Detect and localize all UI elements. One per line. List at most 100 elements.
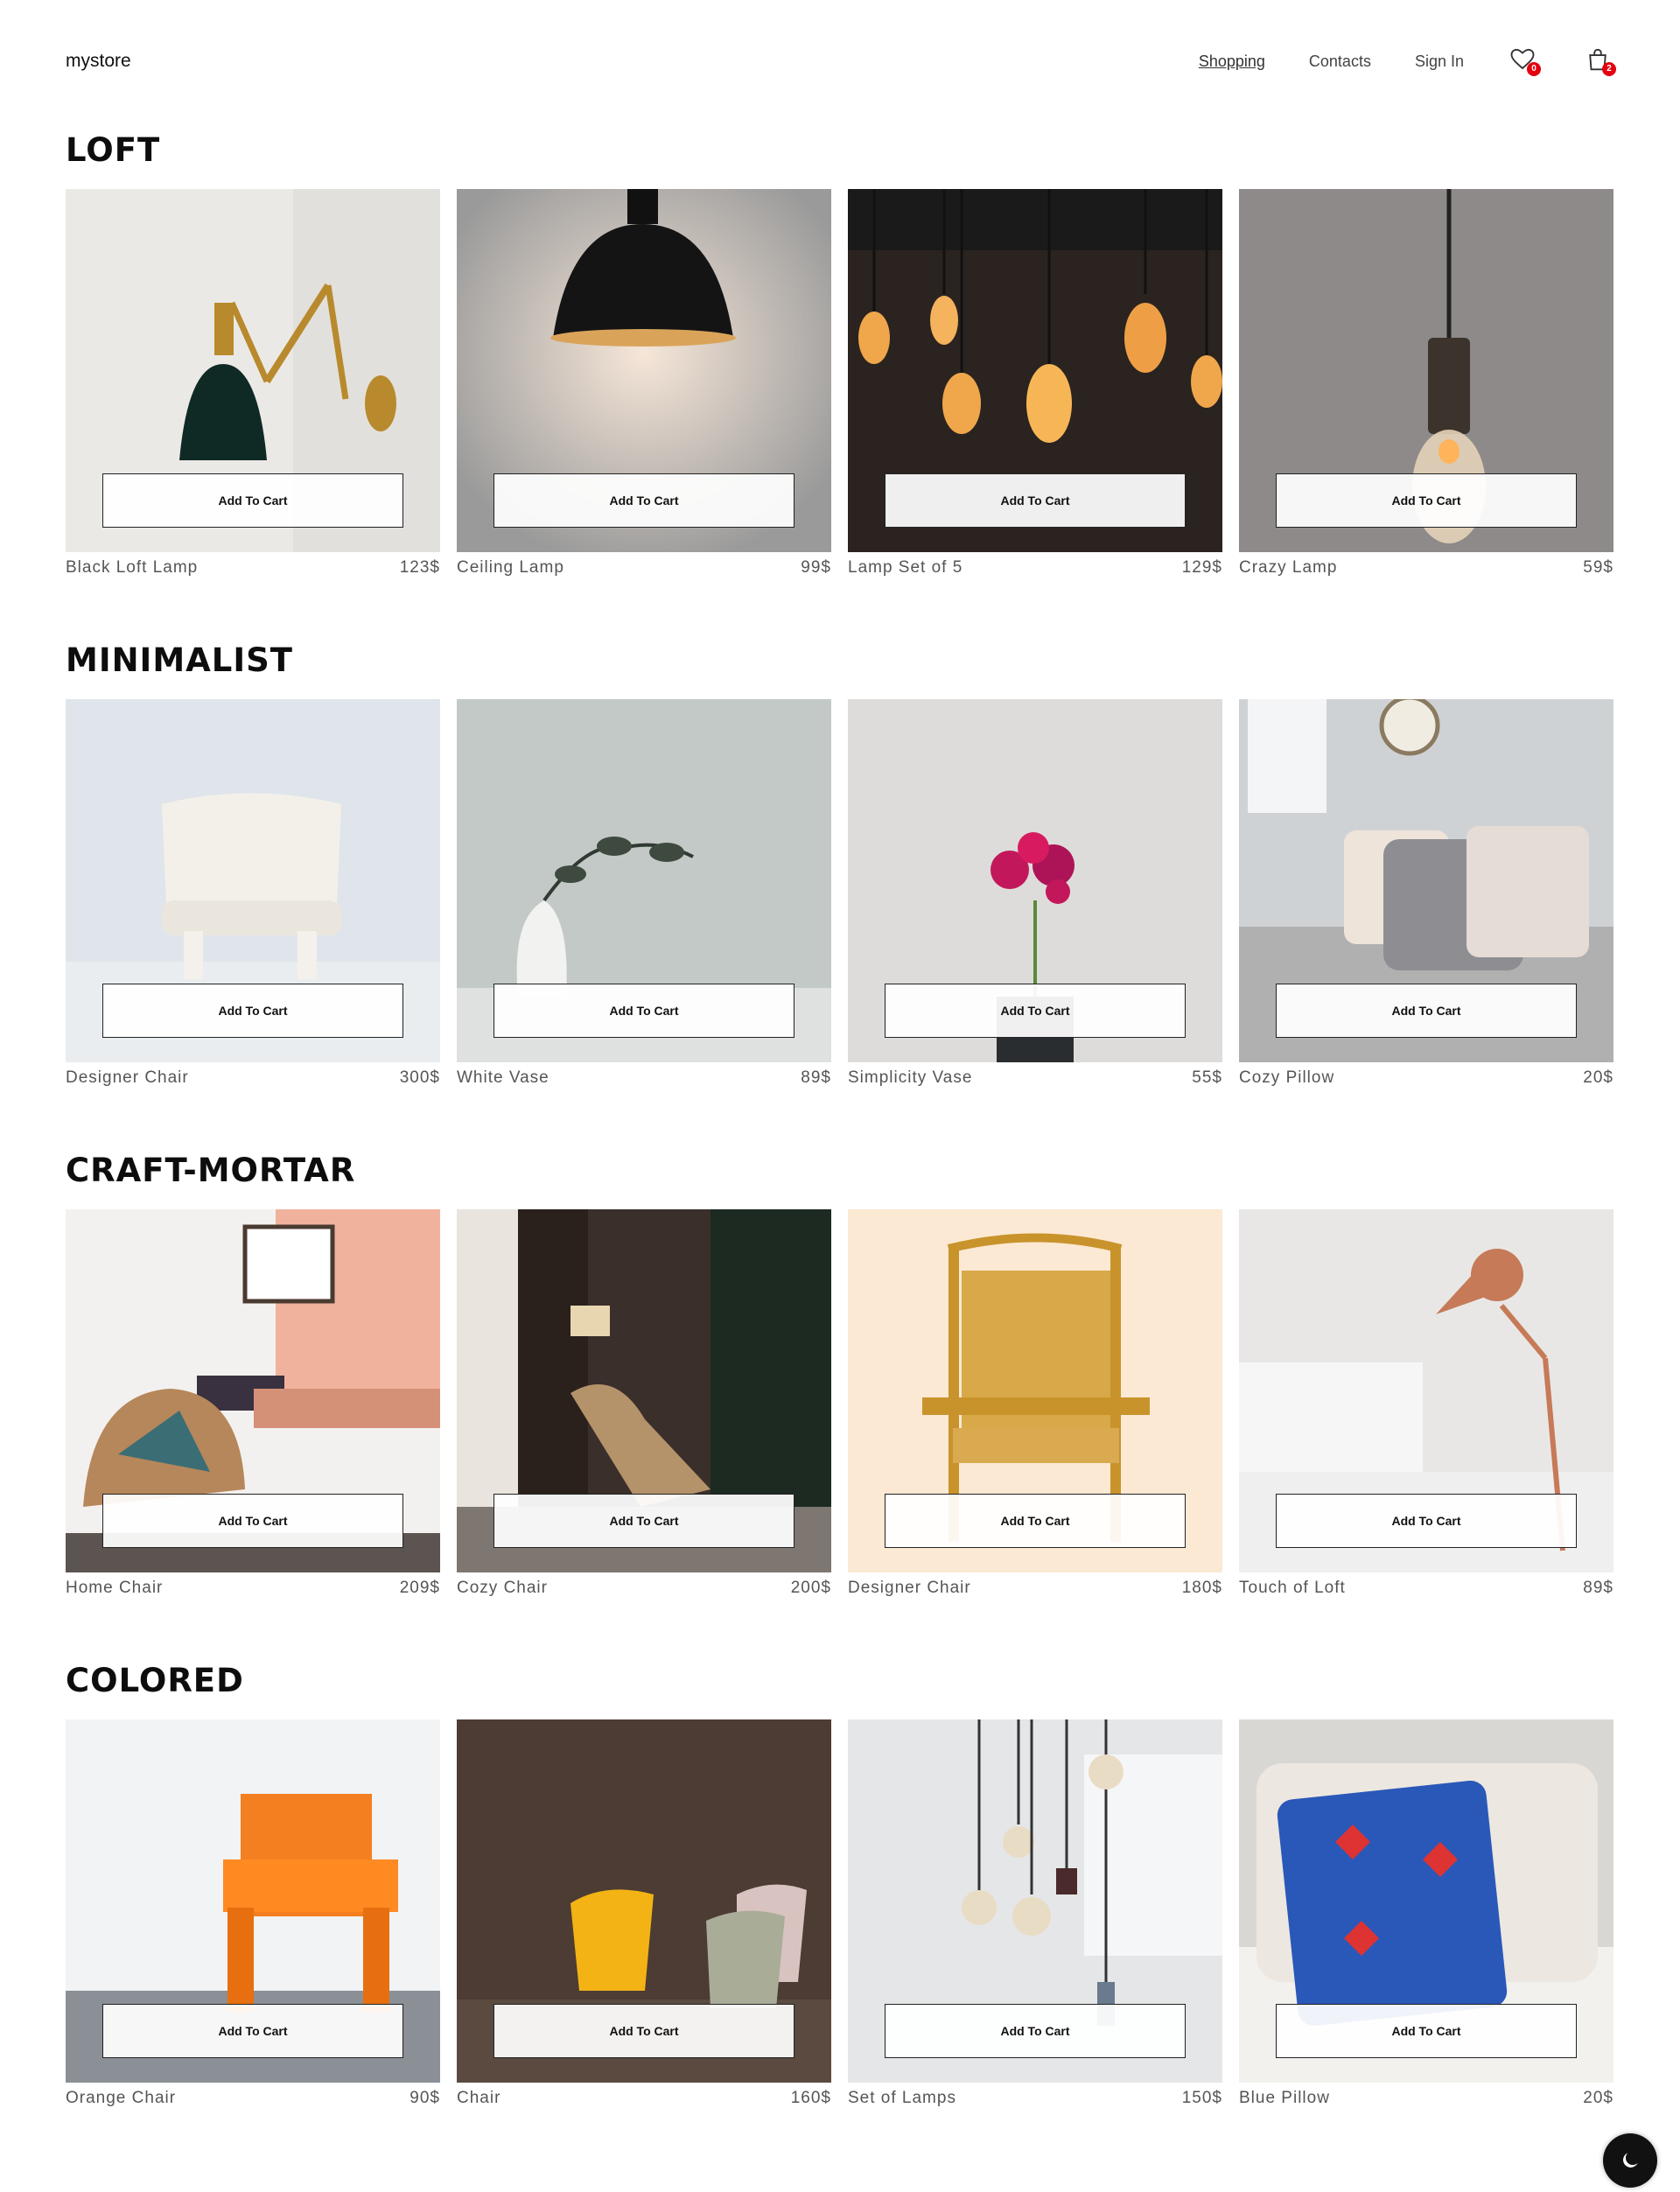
site-header: mystore Shopping Contacts Sign In 0 2 [66,44,1616,79]
add-to-cart-button[interactable]: Add To Cart [102,984,403,1038]
add-to-cart-button[interactable]: Add To Cart [494,1494,794,1548]
product-name[interactable]: Blue Pillow [1239,2089,1330,2108]
product-price: 160$ [790,2089,831,2107]
product-price: 89$ [1583,1579,1614,1597]
add-to-cart-button[interactable]: Add To Cart [102,473,403,528]
product-name[interactable]: Chair [457,2089,500,2108]
wishlist-button[interactable]: 0 [1509,46,1541,76]
add-to-cart-button[interactable]: Add To Cart [494,2004,794,2058]
moon-icon [1623,2153,1638,2167]
product-name[interactable]: Simplicity Vase [848,1068,972,1088]
nav-shopping[interactable]: Shopping [1199,53,1265,71]
add-to-cart-button[interactable]: Add To Cart [1276,473,1577,528]
product-image[interactable]: Add To Cart [66,1209,440,1572]
product-name[interactable]: Crazy Lamp [1239,558,1337,578]
product-price: 209$ [399,1579,440,1597]
product-card: Add To Cart Simplicity Vase 55$ [848,699,1222,1088]
product-name[interactable]: Cozy Pillow [1239,1068,1334,1088]
product-card: Add To Cart Ceiling Lamp 99$ [457,189,831,578]
theme-toggle-button[interactable] [1603,2133,1657,2188]
section-title: LOFT [66,131,161,169]
product-image[interactable]: Add To Cart [848,1719,1222,2083]
add-to-cart-button[interactable]: Add To Cart [102,2004,403,2058]
product-price: 129$ [1181,558,1222,577]
add-to-cart-button[interactable]: Add To Cart [885,2004,1186,2058]
store-logo[interactable]: mystore [66,51,131,72]
nav-sign-in[interactable]: Sign In [1415,53,1464,71]
product-name[interactable]: Black Loft Lamp [66,558,198,578]
cart-button[interactable]: 2 [1585,46,1616,76]
product-price: 20$ [1583,1068,1614,1087]
product-price: 150$ [1181,2089,1222,2107]
product-price: 200$ [790,1579,831,1597]
add-to-cart-button[interactable]: Add To Cart [885,473,1186,528]
product-card: Add To Cart Designer Chair 300$ [66,699,440,1088]
product-image[interactable]: Add To Cart [66,1719,440,2083]
add-to-cart-button[interactable]: Add To Cart [1276,984,1577,1038]
product-name[interactable]: Home Chair [66,1579,163,1598]
product-image[interactable]: Add To Cart [1239,1719,1614,2083]
product-card: Add To Cart Designer Chair 180$ [848,1209,1222,1598]
add-to-cart-button[interactable]: Add To Cart [885,984,1186,1038]
product-card: Add To Cart Touch of Loft 89$ [1239,1209,1614,1598]
add-to-cart-button[interactable]: Add To Cart [494,984,794,1038]
product-image[interactable]: Add To Cart [848,189,1222,552]
product-name[interactable]: Designer Chair [848,1579,971,1598]
product-image[interactable]: Add To Cart [1239,1209,1614,1572]
product-info: Lamp Set of 5 129$ [848,558,1222,578]
product-image[interactable]: Add To Cart [457,699,831,1062]
section-title: MINIMALIST [66,641,294,679]
product-image[interactable]: Add To Cart [66,189,440,552]
add-to-cart-button[interactable]: Add To Cart [1276,1494,1577,1548]
product-info: Simplicity Vase 55$ [848,1068,1222,1088]
section-title: CRAFT-MORTAR [66,1152,356,1189]
product-image[interactable]: Add To Cart [457,189,831,552]
product-image[interactable]: Add To Cart [848,1209,1222,1572]
product-card: Add To Cart Home Chair 209$ [66,1209,440,1598]
product-grid: Add To Cart Designer Chair 300$ Add To C… [66,699,1614,1088]
product-info: Cozy Pillow 20$ [1239,1068,1614,1088]
product-card: Add To Cart Cozy Pillow 20$ [1239,699,1614,1088]
product-image[interactable]: Add To Cart [457,1719,831,2083]
product-name[interactable]: Ceiling Lamp [457,558,564,578]
product-image[interactable]: Add To Cart [457,1209,831,1572]
main-nav: Shopping Contacts Sign In 0 2 [1155,46,1616,76]
product-name[interactable]: Cozy Chair [457,1579,548,1598]
cart-count-badge: 2 [1602,62,1616,76]
product-info: White Vase 89$ [457,1068,831,1088]
product-name[interactable]: Set of Lamps [848,2089,956,2108]
product-card: Add To Cart Orange Chair 90$ [66,1719,440,2108]
product-info: Touch of Loft 89$ [1239,1579,1614,1598]
product-price: 55$ [1192,1068,1222,1087]
product-info: Chair 160$ [457,2089,831,2108]
add-to-cart-button[interactable]: Add To Cart [102,1494,403,1548]
product-info: Black Loft Lamp 123$ [66,558,440,578]
product-price: 90$ [410,2089,440,2107]
product-image[interactable]: Add To Cart [1239,189,1614,552]
add-to-cart-button[interactable]: Add To Cart [494,473,794,528]
product-info: Cozy Chair 200$ [457,1579,831,1598]
product-info: Designer Chair 300$ [66,1068,440,1088]
section-title: COLORED [66,1662,244,1699]
product-card: Add To Cart Black Loft Lamp 123$ [66,189,440,578]
add-to-cart-button[interactable]: Add To Cart [885,1494,1186,1548]
product-name[interactable]: Designer Chair [66,1068,189,1088]
product-name[interactable]: White Vase [457,1068,550,1088]
product-name[interactable]: Touch of Loft [1239,1579,1346,1598]
product-image[interactable]: Add To Cart [848,699,1222,1062]
section-colored: COLORED Add To Cart Orange Chair 90$ Add… [66,1662,1614,2107]
product-image[interactable]: Add To Cart [1239,699,1614,1062]
product-card: Add To Cart Lamp Set of 5 129$ [848,189,1222,578]
section-craft-mortar: CRAFT-MORTAR Add To Cart Home Chair 209$ [66,1152,1614,1597]
nav-contacts[interactable]: Contacts [1309,53,1371,71]
add-to-cart-button[interactable]: Add To Cart [1276,2004,1577,2058]
product-card: Add To Cart Crazy Lamp 59$ [1239,189,1614,578]
product-price: 89$ [801,1068,831,1087]
product-card: Add To Cart White Vase 89$ [457,699,831,1088]
product-name[interactable]: Lamp Set of 5 [848,558,962,578]
product-name[interactable]: Orange Chair [66,2089,176,2108]
product-price: 59$ [1583,558,1614,577]
product-image[interactable]: Add To Cart [66,699,440,1062]
product-info: Set of Lamps 150$ [848,2089,1222,2108]
product-price: 99$ [801,558,831,577]
